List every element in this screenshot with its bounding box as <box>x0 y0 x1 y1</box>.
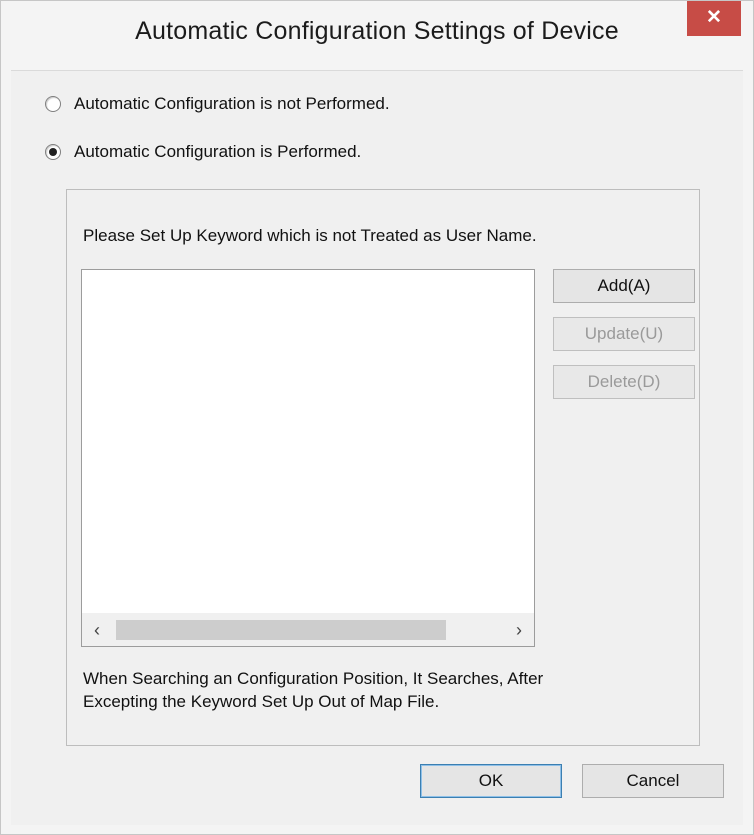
keyword-note-line2: Excepting the Keyword Set Up Out of Map … <box>83 692 440 711</box>
keyword-note-line1: When Searching an Configuration Position… <box>83 669 544 688</box>
horizontal-scrollbar[interactable]: ‹ › <box>82 613 534 646</box>
scrollbar-thumb[interactable] <box>116 620 446 640</box>
radio-selected-dot <box>49 148 57 156</box>
radio-button-selected[interactable] <box>45 144 61 160</box>
dialog-body: Automatic Configuration is not Performed… <box>11 70 743 825</box>
keyword-group-box: Please Set Up Keyword which is not Treat… <box>66 189 700 746</box>
close-button[interactable]: ✕ <box>687 1 741 36</box>
dialog-title: Automatic Configuration Settings of Devi… <box>135 17 619 45</box>
ok-button[interactable]: OK <box>420 764 562 798</box>
delete-button[interactable]: Delete(D) <box>553 365 695 399</box>
update-button[interactable]: Update(U) <box>553 317 695 351</box>
radio-performed[interactable]: Automatic Configuration is Performed. <box>45 142 361 162</box>
dialog-window: Automatic Configuration Settings of Devi… <box>0 0 754 835</box>
cancel-button[interactable]: Cancel <box>582 764 724 798</box>
radio-button-unselected[interactable] <box>45 96 61 112</box>
scroll-right-arrow-icon[interactable]: › <box>504 614 534 646</box>
add-button[interactable]: Add(A) <box>553 269 695 303</box>
radio-not-performed[interactable]: Automatic Configuration is not Performed… <box>45 94 390 114</box>
keyword-list[interactable]: ‹ › <box>81 269 535 647</box>
title-bar[interactable]: Automatic Configuration Settings of Devi… <box>1 1 753 71</box>
radio-label-performed: Automatic Configuration is Performed. <box>74 142 362 161</box>
radio-label-not-performed: Automatic Configuration is not Performed… <box>74 94 390 113</box>
scroll-left-arrow-icon[interactable]: ‹ <box>82 614 112 646</box>
close-icon: ✕ <box>706 7 722 28</box>
keyword-instruction: Please Set Up Keyword which is not Treat… <box>83 226 537 245</box>
